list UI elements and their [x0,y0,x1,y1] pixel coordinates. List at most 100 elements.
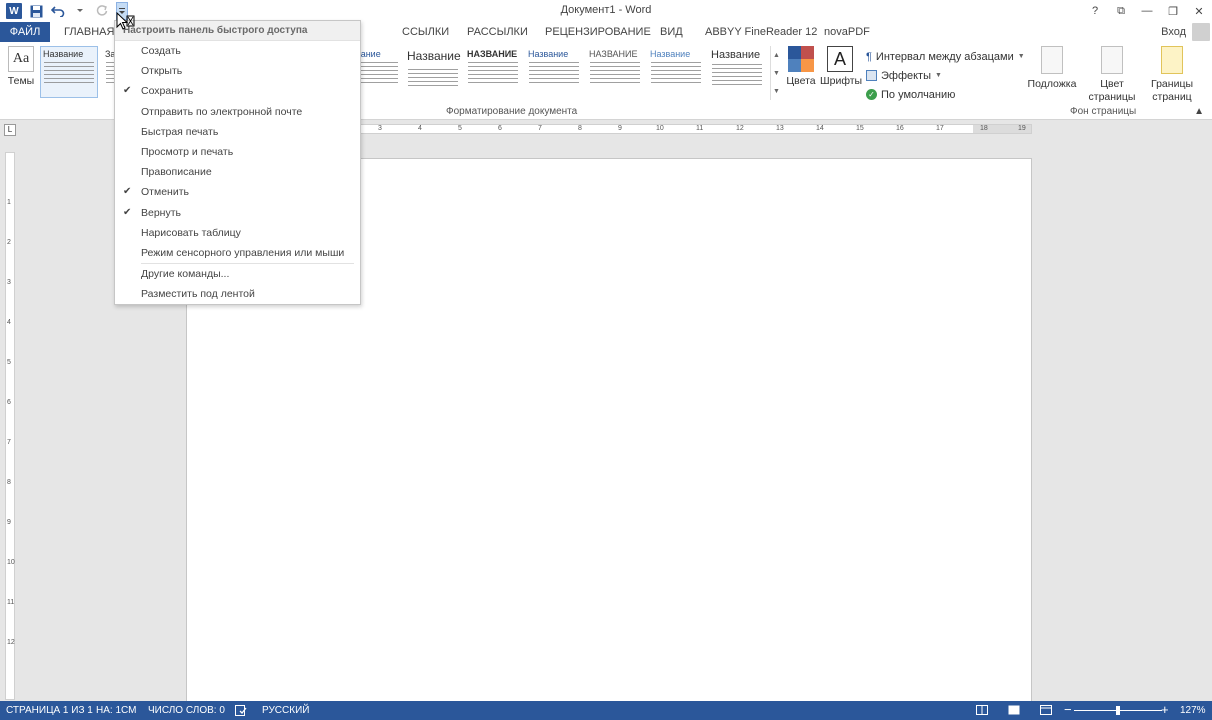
group-label-page-background: Фон страницы [1070,106,1137,117]
gallery-scroll[interactable]: ▲ ▼ ▼ [770,46,782,100]
close-button[interactable]: ✕ [1186,0,1212,22]
design-options-list: ¶ Интервал между абзацами ▼ Эффекты ▼ ✓ … [866,47,1025,104]
collapse-ribbon-icon[interactable]: ▲ [1194,106,1204,117]
ruler-tick: 19 [1018,125,1026,132]
themes-label: Темы [7,75,35,87]
checkmark-circle-icon: ✓ [866,89,877,100]
page-borders-button[interactable]: Границы страниц [1146,46,1198,104]
style-set-item[interactable]: Название [404,46,462,98]
page-count[interactable]: СТРАНИЦА 1 ИЗ 1 [6,705,93,716]
ruler-tick: 7 [7,439,11,446]
menu-item[interactable]: ✔ Сохранить [115,81,360,101]
group-label-document-formatting: Форматирование документа [446,106,578,117]
style-set-item[interactable]: Название [647,46,705,98]
ruler-tick: 12 [736,125,744,132]
tab-references[interactable]: ССЫЛКИ [394,22,457,42]
menu-item[interactable]: Режим сенсорного управления или мыши [115,243,360,263]
ruler-tick: 13 [776,125,784,132]
web-layout-icon[interactable] [1040,705,1052,718]
sign-in-link[interactable]: Вход [1161,26,1186,38]
print-layout-icon[interactable] [1008,705,1020,718]
ribbon-display-options-button[interactable]: ⧉ [1108,0,1134,22]
scroll-up-icon[interactable]: ▲ [773,52,780,59]
tab-file[interactable]: ФАЙЛ [0,22,50,42]
style-set-item[interactable]: Название [708,46,766,98]
tab-novapdf[interactable]: novaPDF [816,22,878,42]
ruler-tick: 9 [7,519,11,526]
page-color-button[interactable]: Цвет страницы [1086,46,1138,104]
ruler-tick: 12 [7,639,15,646]
colors-button[interactable]: Цвета [786,46,816,87]
paragraph-spacing-button[interactable]: ¶ Интервал между абзацами ▼ [866,47,1025,66]
menu-item[interactable]: Нарисовать таблицу [115,223,360,243]
language-indicator[interactable]: РУССКИЙ [262,705,309,716]
ruler-tick: 4 [418,125,422,132]
vertical-scrollbar[interactable] [1196,120,1212,701]
tab-review[interactable]: РЕЦЕНЗИРОВАНИЕ [537,22,659,42]
ruler-tick: 5 [458,125,462,132]
menu-item-show-below-ribbon[interactable]: Разместить под лентой [115,284,360,304]
menu-item[interactable]: Правописание [115,162,360,182]
menu-item-label: Открыть [141,65,183,78]
vertical-ruler[interactable]: 1 2 3 4 5 6 7 8 9 10 11 12 [5,152,15,700]
page-borders-icon [1161,46,1183,74]
zoom-out-button[interactable]: − [1064,702,1072,717]
tab-selector[interactable]: L [4,124,16,136]
scroll-down-icon[interactable]: ▼ [773,70,780,77]
set-as-default-button[interactable]: ✓ По умолчанию [866,85,1025,104]
watermark-button[interactable]: Подложка [1026,46,1078,104]
menu-item-label: Просмотр и печать [141,145,234,158]
ruler-tick: 4 [7,319,11,326]
ruler-tick: 10 [7,559,15,566]
themes-button[interactable]: Aa Темы [6,46,36,87]
ruler-tick: 3 [7,279,11,286]
minimize-button[interactable]: — [1134,0,1160,22]
ruler-tick: 9 [618,125,622,132]
menu-item-label: Отменить [141,186,189,199]
checkmark-icon: ✔ [123,85,132,97]
effects-button[interactable]: Эффекты ▼ [866,66,1025,85]
chevron-down-icon: ▼ [935,72,942,79]
window-controls: ? ⧉ — ❐ ✕ [1082,0,1212,22]
zoom-slider-thumb[interactable] [1116,706,1120,715]
help-button[interactable]: ? [1082,0,1108,22]
tab-abbyy[interactable]: ABBYY FineReader 12 [697,22,825,42]
menu-item-more-commands[interactable]: Другие команды... [115,264,360,284]
fonts-button[interactable]: A Шрифты [820,46,863,87]
menu-item[interactable]: Создать [115,41,360,61]
read-mode-icon[interactable] [976,705,988,718]
tab-mailings[interactable]: РАССЫЛКИ [459,22,536,42]
style-set-item[interactable]: НАЗВАНИЕ [464,46,522,98]
zoom-level[interactable]: 127% [1180,705,1206,716]
word-count[interactable]: ЧИСЛО СЛОВ: 0 [148,705,225,716]
tab-view[interactable]: ВИД [652,22,691,42]
proofing-icon[interactable] [235,705,247,719]
ruler-tick: 8 [578,125,582,132]
menu-item[interactable]: ✔ Вернуть [115,203,360,223]
title-bar: W Документ1 - Word ? ⧉ — ❐ ✕ [0,0,1212,22]
menu-item[interactable]: Просмотр и печать [115,142,360,162]
zoom-in-button[interactable]: + [1161,702,1169,717]
menu-item-label: Режим сенсорного управления или мыши [141,246,345,259]
menu-item-label: Создать [141,45,181,57]
maximize-button[interactable]: ❐ [1160,0,1186,22]
menu-item[interactable]: Отправить по электронной почте [115,102,360,122]
ruler-tick: 16 [896,125,904,132]
avatar[interactable] [1192,23,1210,41]
themes-icon: Aa [8,46,34,72]
gallery-more-icon[interactable]: ▼ [773,88,780,95]
ruler-tick: 11 [7,599,15,606]
style-set-item[interactable]: Название [40,46,98,98]
window-title: Документ1 - Word [560,4,652,16]
menu-item[interactable]: Открыть [115,61,360,81]
style-set-item[interactable]: Название [525,46,583,98]
menu-item[interactable]: Быстрая печать [115,122,360,142]
fonts-label: Шрифты [820,75,863,87]
tab-home[interactable]: ГЛАВНАЯ [56,22,122,42]
colors-label: Цвета [786,75,816,87]
menu-item-label: Нарисовать таблицу [141,226,241,239]
style-set-item[interactable]: НАЗВАНИЕ [586,46,644,98]
menu-item[interactable]: ✔ Отменить [115,182,360,202]
paragraph-spacing-icon: ¶ [866,50,872,63]
menu-item-label: Правописание [141,166,212,179]
